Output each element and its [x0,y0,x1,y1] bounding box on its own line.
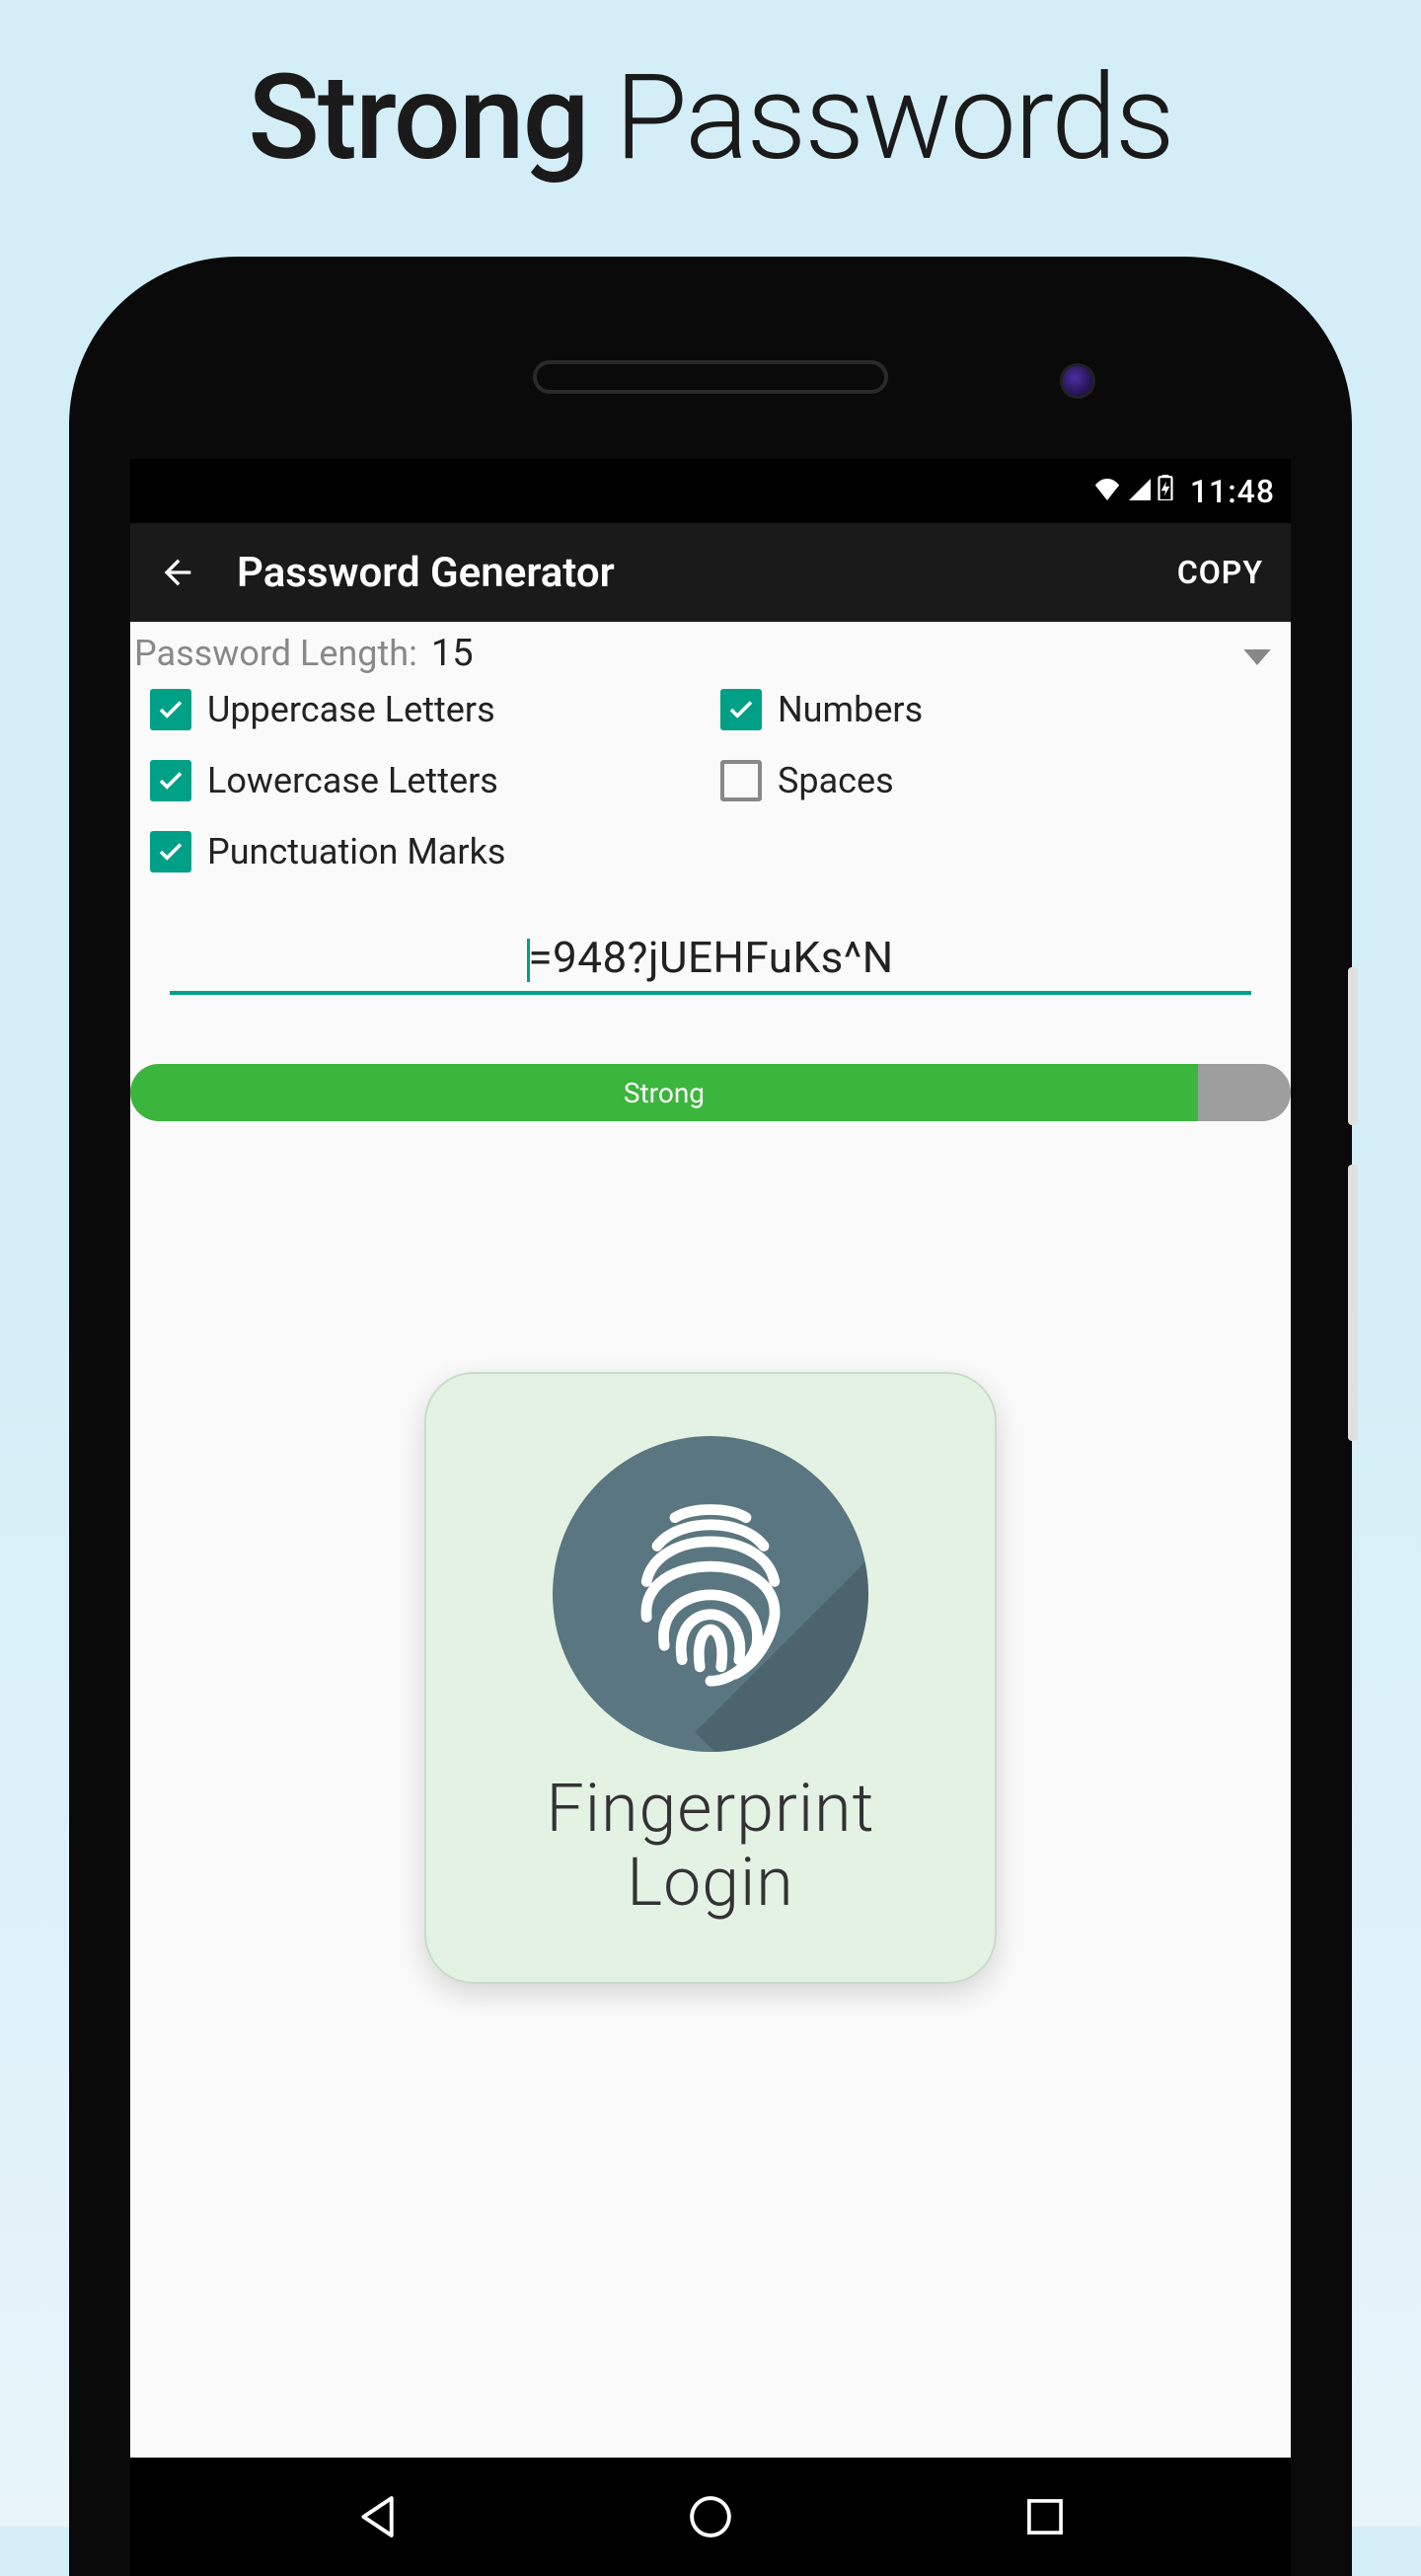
nav-home-button[interactable] [681,2487,740,2546]
password-value: =948?jUEHFuKs^N [528,932,893,983]
phone-power-button [1348,967,1358,1125]
option-label: Spaces [778,760,894,801]
status-bar: 11:48 [130,459,1291,523]
nav-bar [130,2458,1291,2576]
option-uppercase[interactable]: Uppercase Letters [150,689,701,730]
option-punctuation[interactable]: Punctuation Marks [150,831,710,872]
phone-camera [1060,363,1095,399]
content-area: Password Length: 15 Uppercase Letters [130,622,1291,2458]
app-bar-title: Password Generator [237,549,1173,597]
option-label: Numbers [778,689,923,730]
checkbox-checked-icon [150,831,191,872]
option-lowercase[interactable]: Lowercase Letters [150,760,701,801]
arrow-back-icon [158,553,197,592]
fingerprint-icon [622,1495,799,1693]
length-value: 15 [431,632,474,675]
promo-title: Strong Passwords [0,0,1421,188]
nav-back-button[interactable] [346,2487,406,2546]
back-button[interactable] [154,549,201,596]
option-spaces[interactable]: Spaces [720,760,1271,801]
fingerprint-card[interactable]: Fingerprint Login [424,1372,997,1984]
signal-icon [1127,474,1151,508]
option-label: Punctuation Marks [207,831,505,872]
password-field-row: =948?jUEHFuKs^N [130,892,1291,995]
length-label: Password Length: [134,633,417,674]
promo-title-bold: Strong [248,49,587,188]
promo-title-light: Passwords [615,49,1173,188]
app-bar: Password Generator COPY [130,523,1291,622]
option-numbers[interactable]: Numbers [720,689,1271,730]
fingerprint-circle [553,1436,868,1752]
fingerprint-text: Fingerprint Login [547,1772,875,1920]
strength-label: Strong [624,1077,705,1109]
checkbox-unchecked-icon [720,760,762,801]
options-grid: Uppercase Letters Numbers Lowercase Lett… [130,685,1291,892]
screen: 11:48 Password Generator COPY Password L… [130,459,1291,2576]
phone-speaker [533,360,888,394]
length-row[interactable]: Password Length: 15 [130,622,1291,685]
phone-volume-button [1348,1165,1358,1441]
fingerprint-line2: Login [547,1846,875,1920]
option-label: Lowercase Letters [207,760,498,801]
dropdown-icon [1243,633,1271,674]
strength-bar: Strong [130,1064,1291,1121]
fingerprint-line1: Fingerprint [547,1772,875,1846]
phone-frame: 11:48 Password Generator COPY Password L… [69,257,1352,2576]
checkbox-checked-icon [150,760,191,801]
square-recents-icon [1026,2498,1064,2536]
checkbox-checked-icon [720,689,762,730]
triangle-back-icon [357,2495,395,2538]
circle-home-icon [689,2495,732,2538]
nav-recents-button[interactable] [1015,2487,1075,2546]
password-input[interactable]: =948?jUEHFuKs^N [170,932,1251,995]
battery-charging-icon [1157,474,1174,508]
status-time: 11:48 [1190,473,1275,510]
wifi-icon [1093,474,1121,508]
option-label: Uppercase Letters [207,689,495,730]
checkbox-checked-icon [150,689,191,730]
copy-button[interactable]: COPY [1173,546,1267,599]
strength-fill: Strong [130,1064,1198,1121]
